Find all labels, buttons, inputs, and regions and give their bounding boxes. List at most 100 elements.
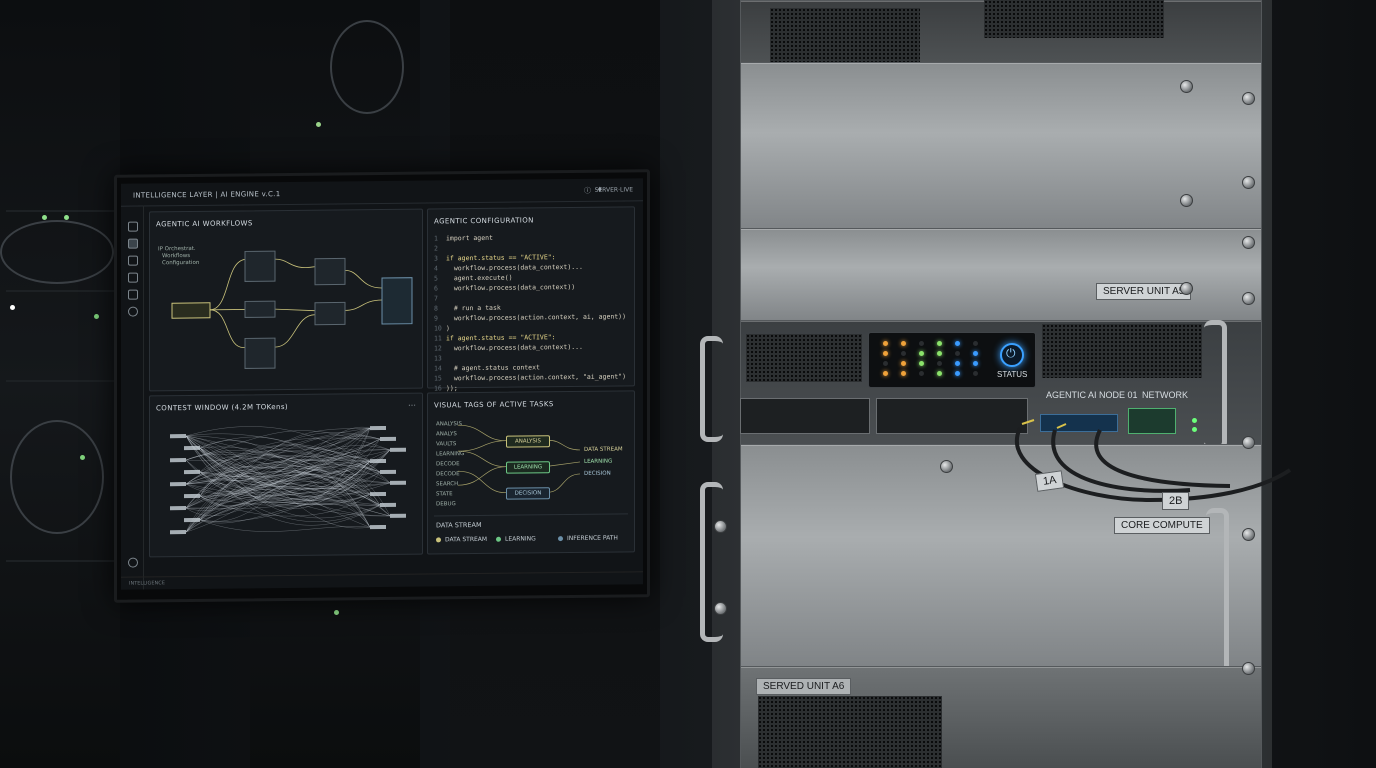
document-icon[interactable] [128, 289, 138, 300]
network-edge [199, 426, 371, 477]
code-text: # agent.status context [446, 363, 540, 373]
rack-screw [1180, 282, 1193, 295]
network-node [170, 506, 186, 511]
rack-screw [1242, 176, 1255, 189]
code-text: if agent.status == "ACTIVE": [446, 333, 556, 343]
task-pill-learning[interactable]: LEARNING [506, 461, 550, 474]
dashboard-footer: INTELLIGENCE [121, 571, 643, 590]
network-node [184, 469, 200, 475]
workflow-root-node [171, 302, 211, 319]
rack-screw [1242, 436, 1255, 449]
rack-screw [1180, 80, 1193, 93]
help-icon[interactable]: ⓘ [584, 186, 591, 196]
data-icon[interactable] [128, 272, 138, 283]
legend-dot [558, 536, 563, 542]
code-text: workflow.process(action.context, ai, age… [446, 312, 627, 323]
status-led [973, 361, 978, 366]
status-label: STATUS [997, 370, 1028, 379]
rack-screw [1242, 92, 1255, 105]
status-led [937, 371, 942, 376]
status-led [919, 371, 924, 376]
rack-screw [1242, 662, 1255, 675]
top-vent-grille [984, 0, 1164, 38]
rack-screw [940, 460, 953, 473]
code-text: workflow.process(data_context)) [446, 282, 576, 293]
grid-icon[interactable] [128, 255, 138, 266]
output-tag: DATA STREAM [584, 446, 623, 453]
status-led [901, 371, 906, 376]
monitor-screen: INTELLIGENCE LAYER | AI ENGINE v.C.1 ⓘ ♦… [121, 178, 643, 590]
legend-item: LEARNING [496, 535, 536, 543]
output-tag: LEARNING [584, 458, 613, 465]
home-icon[interactable] [128, 221, 138, 232]
task-pill-analysis[interactable]: ANALYSIS [506, 435, 550, 448]
line-number: 5 [434, 274, 438, 283]
workflow-output-node [381, 277, 413, 325]
drive-bay-1[interactable] [740, 398, 870, 434]
server-unit-a6-label: SERVED UNIT A6 [756, 678, 852, 695]
legend-dot [496, 536, 501, 542]
network-node [170, 458, 186, 463]
rack-screw [1242, 528, 1255, 541]
status-led [937, 341, 942, 346]
dashboard-topbar: INTELLIGENCE LAYER | AI ENGINE v.C.1 ⓘ ♦… [121, 178, 643, 207]
dashboard-monitor: INTELLIGENCE LAYER | AI ENGINE v.C.1 ⓘ ♦… [114, 169, 650, 603]
settings-icon[interactable] [128, 306, 138, 317]
status-led [883, 361, 888, 366]
line-number: 10 [434, 324, 442, 333]
status-led [42, 215, 47, 220]
network-node [370, 458, 386, 464]
network-label: NETWORK [1142, 390, 1188, 400]
background-cable [330, 20, 404, 114]
config-title: AGENTIC CONFIGURATION [434, 216, 534, 226]
fiber-module[interactable] [1040, 414, 1118, 432]
status-led-panel: ⏻ STATUS [868, 332, 1036, 388]
network-node [170, 482, 186, 487]
status-led [955, 341, 960, 346]
drive-bay-2[interactable] [876, 398, 1028, 434]
power-button[interactable]: ⏻ [1000, 343, 1024, 367]
line-number: 3 [434, 254, 438, 263]
bottom-vent-grille [758, 696, 942, 768]
line-number: 8 [434, 304, 438, 313]
sidebar-nav [121, 205, 144, 590]
code-text: workflow.process(data_context)... [446, 262, 583, 273]
line-number: 7 [434, 294, 438, 303]
code-line: 9 workflow.process(action.context, ai, a… [434, 311, 626, 323]
task-pill-decision[interactable]: DECISION [506, 487, 550, 500]
status-led [973, 341, 978, 346]
status-led [973, 351, 978, 356]
line-number: 13 [434, 354, 442, 363]
node-vent-grille [746, 334, 862, 382]
status-led [955, 361, 960, 366]
network-node [184, 493, 200, 499]
code-text: agent.execute() [446, 273, 513, 283]
rack-screw [714, 602, 727, 615]
status-led [919, 351, 924, 356]
line-number: 6 [434, 284, 438, 293]
status-led [937, 351, 942, 356]
core-compute-unit [740, 444, 1262, 676]
rack-handle-left[interactable] [700, 336, 723, 442]
network-port-module[interactable] [1128, 408, 1176, 434]
context-window-panel: CONTEST WINDOW (4.2M TOKens) … [149, 392, 423, 558]
background-cable [10, 420, 104, 534]
config-panel: AGENTIC CONFIGURATION 1 import agent 2 3 if … [427, 206, 635, 412]
status-led [919, 341, 924, 346]
line-number: 2 [434, 244, 438, 253]
legend-label: INFERENCE PATH [567, 534, 618, 543]
core-handle-left[interactable] [700, 482, 723, 642]
network-led [1192, 427, 1197, 432]
status-led [937, 361, 942, 366]
cable-tag-2b: 2B [1162, 492, 1190, 510]
footer-label: INTELLIGENCE [129, 580, 165, 587]
power-icon: ⏻ [1006, 346, 1016, 360]
network-node [380, 436, 396, 442]
workflow-icon[interactable] [128, 238, 138, 249]
status-led [901, 341, 906, 346]
rack-panel-a5 [740, 228, 1262, 326]
code-text: import agent [446, 233, 493, 243]
network-node [380, 469, 396, 475]
rack-handle-right[interactable] [1204, 320, 1227, 450]
gear-icon[interactable] [128, 557, 138, 568]
